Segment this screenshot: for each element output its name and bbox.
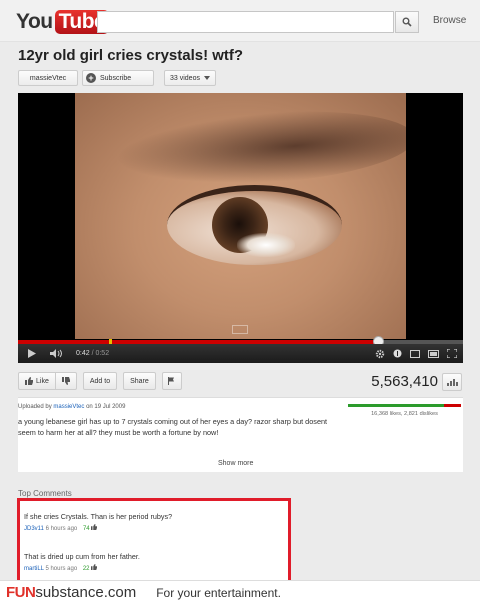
logo-you-text: You xyxy=(16,10,53,33)
eyebrow-shadow xyxy=(112,102,406,194)
like-ratio-bar xyxy=(348,404,461,407)
flag-button[interactable] xyxy=(161,372,182,390)
dislike-button[interactable] xyxy=(56,373,76,389)
comment-text: That is dried up cum from her father. xyxy=(24,552,140,561)
current-time: 0:42 xyxy=(76,350,90,357)
description-text: a young lebanese girl has up to 7 crysta… xyxy=(18,417,328,437)
comment-time: 5 hours ago xyxy=(45,566,78,572)
subscribe-button[interactable]: + Subscribe xyxy=(82,70,154,86)
description-panel: Uploaded by massieVtec on 19 Jul 2009 a … xyxy=(18,397,463,472)
upload-date: on 19 Jul 2009 xyxy=(86,404,126,410)
comment-score: 22 xyxy=(82,566,90,572)
volume-button[interactable] xyxy=(46,344,68,363)
comments-heading: Top Comments xyxy=(18,489,72,498)
video-title: 12yr old girl cries crystals! wtf? xyxy=(18,47,244,64)
thumbs-down-icon xyxy=(61,377,70,385)
browse-link[interactable]: Browse xyxy=(433,15,466,26)
like-button[interactable]: Like xyxy=(19,373,55,389)
bar-chart-icon-bar xyxy=(449,381,452,386)
uploaded-prefix: Uploaded by xyxy=(18,404,52,410)
comment-time: 6 hours ago xyxy=(45,526,78,532)
comments-highlight-box: If she cries Crystals. Than is her perio… xyxy=(17,498,291,586)
comment-item: That is dried up cum from her father. ma… xyxy=(24,552,140,572)
video-frame[interactable] xyxy=(75,93,406,339)
play-icon xyxy=(28,349,36,358)
popout-icon[interactable] xyxy=(410,349,420,358)
channel-name-button[interactable]: massieVtec xyxy=(18,70,78,86)
bar-chart-icon-bar xyxy=(452,379,455,386)
time-display: 0:42 / 0:52 xyxy=(76,350,109,357)
annotations-icon[interactable] xyxy=(393,349,402,358)
youtube-logo[interactable]: You Tube xyxy=(16,10,110,34)
player-controls-right xyxy=(375,344,457,363)
crystal-tear xyxy=(237,233,295,257)
thumbs-up-icon[interactable] xyxy=(91,564,98,570)
top-bar: You Tube Browse xyxy=(0,0,480,42)
comment-text: If she cries Crystals. Than is her perio… xyxy=(24,512,173,521)
fullscreen-icon[interactable] xyxy=(447,349,457,358)
bar-chart-icon-bar xyxy=(446,383,449,386)
action-row: Like Add to Share xyxy=(18,372,182,390)
chevron-down-icon xyxy=(203,76,210,80)
thumbs-up-icon[interactable] xyxy=(91,524,98,530)
likes-dislikes-text: 16,368 likes, 2,821 dislikes xyxy=(371,411,438,417)
share-button[interactable]: Share xyxy=(123,372,156,390)
view-count: 5,563,410 xyxy=(371,373,438,390)
like-ratio-fill xyxy=(348,404,445,407)
search-button[interactable] xyxy=(395,11,419,33)
uploader-link[interactable]: massieVtec xyxy=(53,404,84,410)
footer-tagline: For your entertainment. xyxy=(156,585,281,600)
flag-icon xyxy=(168,377,175,385)
funsubstance-footer: FUNsubstance.com For your entertainment. xyxy=(0,580,480,604)
add-to-button[interactable]: Add to xyxy=(82,372,118,390)
search-input[interactable] xyxy=(97,11,394,33)
video-player[interactable]: 0:42 / 0:52 xyxy=(18,93,463,363)
stats-button[interactable] xyxy=(442,373,462,391)
comment-author[interactable]: martiLL xyxy=(24,566,44,572)
like-dislike-group: Like xyxy=(18,372,77,390)
search-icon xyxy=(402,17,412,27)
videos-count-label: 33 videos xyxy=(170,74,200,82)
like-label: Like xyxy=(36,377,49,385)
duration: / 0:52 xyxy=(91,350,110,357)
settings-gear-icon[interactable] xyxy=(375,349,385,359)
brand-bold: FUN xyxy=(6,584,36,601)
thumbs-up-icon xyxy=(25,377,33,385)
large-player-icon[interactable] xyxy=(428,349,439,358)
comment-score: 74 xyxy=(82,526,90,532)
funsubstance-logo: FUNsubstance.com xyxy=(6,584,136,601)
comment-meta: martiLL 5 hours ago 22 xyxy=(24,564,140,572)
brand-rest: substance.com xyxy=(35,584,137,601)
bar-chart-icon-bar xyxy=(455,382,458,386)
comment-meta: JD3v11 6 hours ago 74 xyxy=(24,524,172,532)
comment-item: If she cries Crystals. Than is her perio… xyxy=(24,512,172,532)
subscribe-label: Subscribe xyxy=(100,74,132,82)
video-watermark xyxy=(232,325,248,334)
play-button[interactable] xyxy=(18,344,46,363)
channel-row: massieVtec + Subscribe 33 videos xyxy=(18,70,216,86)
comment-author[interactable]: JD3v11 xyxy=(24,526,44,532)
show-more-button[interactable]: Show more xyxy=(218,460,253,467)
volume-icon xyxy=(50,349,62,358)
videos-dropdown[interactable]: 33 videos xyxy=(164,70,216,86)
upload-info: Uploaded by massieVtec on 19 Jul 2009 xyxy=(18,404,125,410)
plus-icon: + xyxy=(86,73,96,83)
player-controls: 0:42 / 0:52 xyxy=(18,344,463,363)
